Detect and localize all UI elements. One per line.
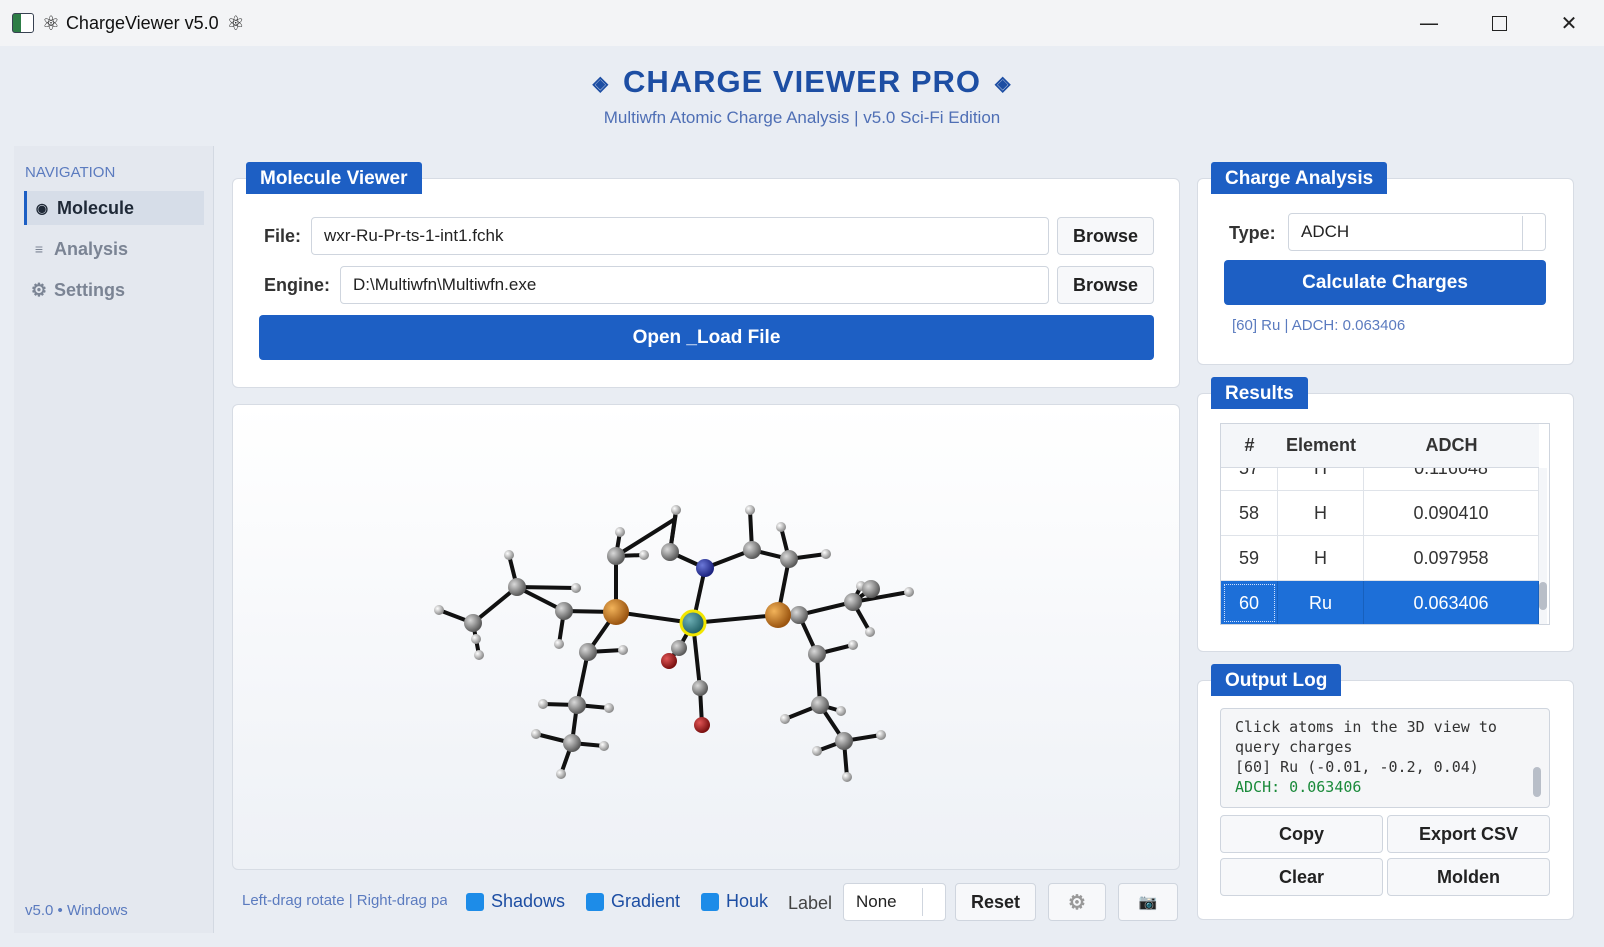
table-row[interactable]: 59 H 0.097958 — [1221, 536, 1539, 581]
load-file-button[interactable]: Open _Load File — [259, 315, 1154, 360]
diamond-icon-left: ◈ — [592, 73, 609, 96]
browse-engine-button[interactable]: Browse — [1057, 266, 1154, 304]
shadows-checkbox[interactable]: Shadows — [466, 891, 565, 912]
camera-icon[interactable]: 📷 — [1118, 883, 1178, 921]
table-row-selected[interactable]: 60 Ru 0.063406 — [1221, 581, 1539, 624]
file-input[interactable]: wxr-Ru-Pr-ts-1-int1.fchk — [311, 217, 1049, 255]
gear-icon: ⚙ — [30, 279, 48, 300]
molecule-panel-tag: Molecule Viewer — [246, 162, 422, 194]
table-header-overlay: # Element ADCH — [1221, 424, 1539, 468]
molden-button[interactable]: Molden — [1387, 858, 1550, 896]
molecule-render[interactable] — [233, 405, 1179, 869]
results-scrollbar[interactable] — [1539, 468, 1547, 624]
nav-title: NAVIGATION — [25, 164, 116, 181]
viewer-hint: Left-drag rotate | Right-drag pan — [242, 892, 447, 909]
window-titlebar: ⚛ ChargeViewer v5.0 ⚛ — ✕ — [0, 0, 1604, 46]
sidebar: NAVIGATION ◉ Molecule ≡ Analysis ⚙ Setti… — [14, 146, 214, 933]
file-label: File: — [264, 226, 302, 246]
houk-checkbox[interactable]: Houk — [701, 891, 768, 912]
engine-label: Engine: — [264, 275, 330, 295]
clear-button[interactable]: Clear — [1220, 858, 1383, 896]
sidebar-item-settings[interactable]: ⚙ Settings — [24, 273, 204, 307]
molecule-icon: ◉ — [35, 199, 49, 216]
sidebar-item-analysis[interactable]: ≡ Analysis — [24, 232, 204, 266]
atoms — [434, 505, 914, 782]
type-label: Type: — [1229, 223, 1276, 243]
browse-file-button[interactable]: Browse — [1057, 217, 1154, 255]
gradient-checkbox[interactable]: Gradient — [586, 891, 680, 912]
gear-icon[interactable]: ⚙ — [1048, 883, 1106, 921]
copy-button[interactable]: Copy — [1220, 815, 1383, 853]
charge-status: [60] Ru | ADCH: 0.063406 — [1232, 317, 1406, 334]
calculate-charges-button[interactable]: Calculate Charges — [1224, 260, 1546, 305]
atom-icon: ⚛ — [42, 11, 60, 35]
app-header: ◈ CHARGE VIEWER PRO ◈ Multiwfn Atomic Char… — [0, 46, 1604, 146]
export-csv-button[interactable]: Export CSV — [1387, 815, 1550, 853]
label-select-label: Label — [788, 893, 833, 913]
maximize-icon[interactable] — [1464, 0, 1534, 46]
diamond-icon-right: ◈ — [995, 73, 1012, 96]
close-icon[interactable]: ✕ — [1534, 0, 1604, 46]
log-panel-tag: Output Log — [1211, 664, 1342, 696]
list-icon: ≡ — [34, 241, 44, 257]
checkbox-checked-icon — [701, 892, 719, 911]
sidebar-item-molecule[interactable]: ◉ Molecule — [24, 191, 204, 225]
charge-panel-tag: Charge Analysis — [1211, 162, 1388, 194]
engine-input[interactable]: D:\Multiwfn\Multiwfn.exe — [340, 266, 1049, 304]
molecule-3d-viewer[interactable] — [232, 404, 1180, 870]
charge-type-select[interactable]: ADCH — [1288, 213, 1546, 251]
results-panel-tag: Results — [1211, 377, 1308, 409]
app-title: ◈ CHARGE VIEWER PRO ◈ — [592, 64, 1012, 99]
scrollbar-thumb[interactable] — [1539, 582, 1547, 610]
window-title: ChargeViewer v5.0 — [65, 12, 219, 33]
table-row[interactable]: 58 H 0.090410 — [1221, 491, 1539, 536]
app-subtitle: Multiwfn Atomic Charge Analysis | v5.0 S… — [603, 108, 1001, 127]
viewer-toolbar: Left-drag rotate | Right-drag pan Shadow… — [232, 880, 1180, 924]
reset-view-button[interactable]: Reset — [955, 883, 1036, 921]
label-select[interactable]: None — [843, 883, 946, 921]
atom-icon-right: ⚛ — [226, 11, 245, 35]
output-log[interactable]: Click atoms in the 3D view to query char… — [1220, 708, 1550, 808]
checkbox-checked-icon — [586, 892, 604, 911]
version-footer: v5.0 • Windows — [25, 902, 128, 919]
log-scrollbar[interactable] — [1533, 767, 1541, 797]
checkbox-checked-icon — [466, 892, 484, 911]
results-table: # Element ADCH 57 H 0.116648 # Element A… — [1220, 423, 1550, 625]
app-icon — [12, 13, 34, 33]
selected-atom-ru[interactable] — [679, 609, 707, 637]
minimize-icon[interactable]: — — [1394, 0, 1464, 46]
